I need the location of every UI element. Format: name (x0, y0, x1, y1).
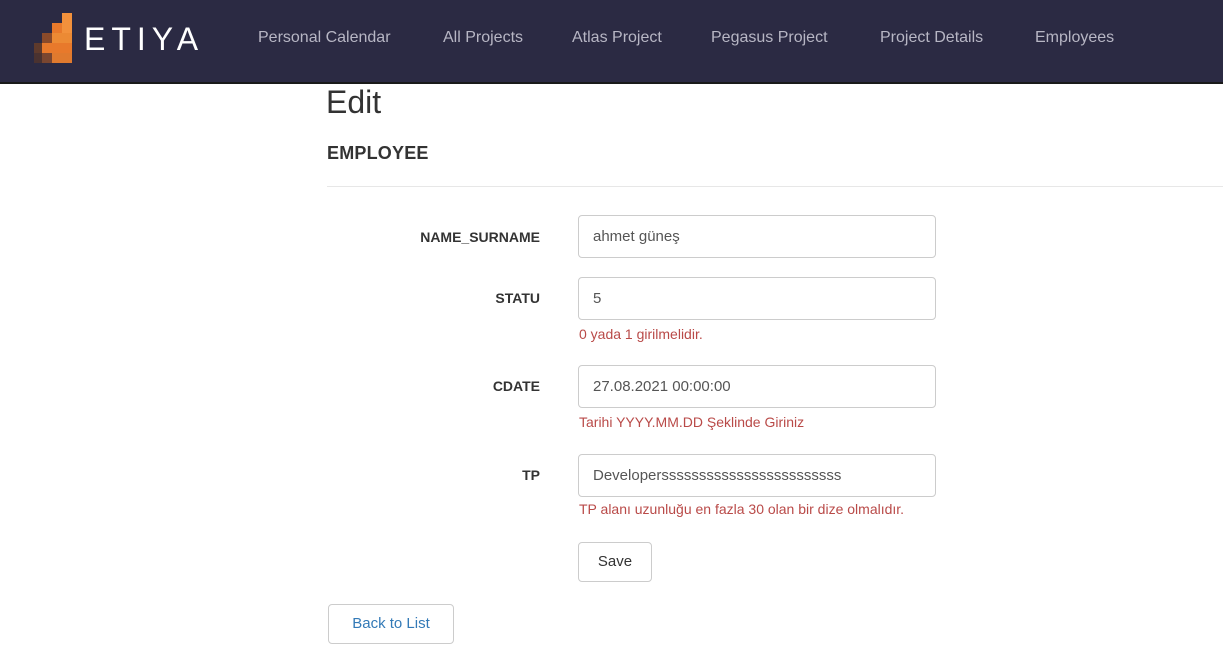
logo-mark-icon (34, 13, 72, 63)
nav-pegasus-project[interactable]: Pegasus Project (711, 27, 828, 49)
nav-personal-calendar[interactable]: Personal Calendar (258, 27, 391, 49)
navbar: ETIYA Personal Calendar All Projects Atl… (0, 0, 1223, 84)
statu-label: STATU (495, 290, 540, 306)
name-surname-label: NAME_SURNAME (420, 229, 540, 245)
logo-text: ETIYA (84, 21, 205, 57)
statu-input[interactable] (578, 277, 936, 320)
etiya-logo[interactable]: ETIYA (34, 13, 239, 63)
section-title: EMPLOYEE (327, 143, 429, 163)
tp-input[interactable] (578, 454, 936, 497)
save-button[interactable]: Save (578, 542, 652, 582)
nav-atlas-project[interactable]: Atlas Project (572, 27, 662, 49)
divider (327, 186, 1223, 187)
cdate-error: Tarihi YYYY.MM.DD Şeklinde Giriniz (579, 414, 805, 430)
tp-label: TP (522, 467, 540, 483)
nav-project-details[interactable]: Project Details (880, 27, 983, 49)
name-surname-input[interactable] (578, 215, 936, 258)
nav-employees[interactable]: Employees (1035, 27, 1114, 49)
cdate-input[interactable] (578, 365, 936, 408)
statu-error: 0 yada 1 girilmelidir. (579, 326, 703, 342)
back-to-list-button[interactable]: Back to List (328, 604, 454, 644)
tp-error: TP alanı uzunluğu en fazla 30 olan bir d… (579, 501, 905, 517)
cdate-label: CDATE (492, 378, 540, 394)
page-title: Edit (326, 84, 382, 120)
nav-all-projects[interactable]: All Projects (443, 27, 523, 49)
